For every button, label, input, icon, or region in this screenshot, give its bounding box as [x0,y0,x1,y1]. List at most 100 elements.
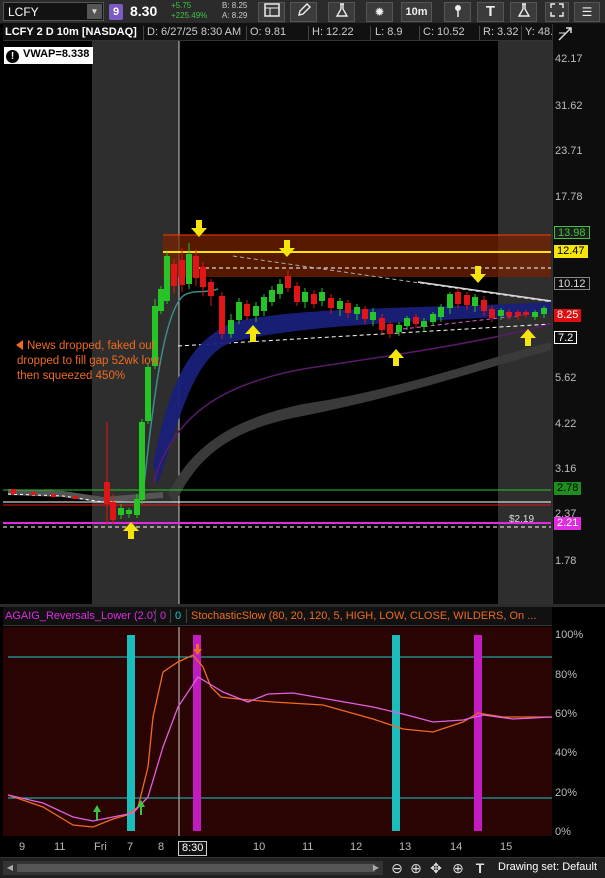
price-tick: 31.62 [555,100,583,112]
expand-icon [550,3,564,17]
time-tick: 14 [450,841,463,853]
change-percent: +225.49% [171,11,208,20]
change-value: +5.75 [171,1,192,10]
bottom-bar: ◀ ▶ ⊖ ⊕ ✥ ⊕ T Drawing set: Default [0,857,605,878]
menu-button[interactable]: ☰ [574,2,600,22]
study-axis-tick: 40% [555,747,578,759]
hamburger-icon: ☰ [581,5,593,19]
price-label-support: 7.2 [554,331,578,344]
chart-title: LCFY 2 D 10m [NASDAQ] [5,26,137,38]
studies-button[interactable] [328,2,355,22]
chevron-down-icon[interactable]: ▼ [87,4,102,19]
time-tick: 8 [158,841,165,853]
price-chart-svg: $2.19 [3,41,552,604]
symbol-input[interactable]: LCFY ▼ [3,2,104,21]
stochastic-label: StochasticSlow (80, 20, 120, 5, HIGH, LO… [191,610,537,622]
bar-range: R: 3.32 [483,26,519,38]
horizontal-scrollbar[interactable]: ◀ ▶ [3,861,383,875]
alert-icon: ! [6,50,19,63]
drawing-set-label[interactable]: Drawing set: Default [498,861,597,873]
cursor-time-label: 8:30 [178,841,208,856]
vwap-bubble[interactable]: ! VWAP=8.338 [4,47,94,64]
aggregation-button[interactable]: 10m [401,2,432,22]
crosshair-icon[interactable]: ⊕ [449,859,467,877]
bar-high: H: 12.22 [312,26,354,38]
magenta-bar [193,635,201,831]
maximize-button[interactable] [545,2,569,22]
study-value-2: 0 [175,610,182,622]
scale-button[interactable] [444,2,471,22]
price-tick: 5.62 [555,372,577,384]
price-tick: 1.78 [555,555,577,567]
time-tick: 12 [350,841,363,853]
price-label-last: 8.25 [554,309,582,322]
time-tick: 11 [302,841,314,853]
text-icon[interactable]: T [471,859,489,877]
price-tick: 4.22 [555,418,577,430]
zoom-out-icon[interactable]: ⊖ [388,859,406,877]
cyan-bar [392,635,400,831]
vwap-text: VWAP=8.338 [23,48,90,60]
style-button[interactable] [258,2,285,22]
text-tool-button[interactable]: T [477,2,504,22]
gray-ribbon [168,342,551,504]
bid-value: B: 8.25 [222,1,248,10]
time-tick: 15 [500,841,513,853]
bar-open: O: 9.81 [250,26,287,38]
up-signal-arrow [93,805,101,820]
price-chart[interactable]: $2.19 [3,24,552,604]
price-label-green: 2.78 [554,482,582,495]
pan-icon[interactable]: ✥ [427,859,445,877]
top-toolbar: LCFY ▼ 9 8.30 +5.75 +225.49% B: 8.25 A: … [0,0,605,24]
drawings-button[interactable] [290,2,317,22]
price-tick: 42.17 [555,53,583,65]
blue-ribbon [153,302,551,484]
price-change: +5.75 +225.49% [171,1,207,21]
study-axis-tick: 20% [555,787,578,799]
bid-ask: B: 8.25 A: 8.29 [222,1,247,21]
bar-date: D: 6/27/25 8:30 AM [147,26,242,38]
price-tick: 23.71 [555,145,583,157]
time-axis[interactable]: 9 11 Fri 7 8 8:30 10 11 12 13 14 15 [3,836,552,857]
study-name: AGAIG_Reversals_Lower (2.0) [5,610,157,622]
study-axis-tick: 100% [555,629,584,641]
resistance-zone [163,235,551,277]
last-price: 8.30 [130,3,158,19]
chart-info-bar: LCFY 2 D 10m [NASDAQ] D: 6/27/25 8:30 AM… [3,24,565,41]
study-axis-tick: 60% [555,708,578,720]
time-tick: 7 [127,841,134,853]
price-tick: 3.16 [555,463,577,475]
gear-icon: ✹ [374,5,385,19]
link-group-badge[interactable]: 9 [109,4,123,20]
bar-close: C: 10.52 [423,26,465,38]
axis-settings-icon[interactable] [557,26,575,42]
time-tick: 11 [54,841,66,853]
premarket-shade [92,41,179,604]
style-icon [263,3,280,17]
scroll-thumb[interactable] [17,864,375,872]
time-tick: 13 [399,841,412,853]
time-tick: Fri [94,841,107,853]
compare-button[interactable] [510,2,537,22]
pencil-icon [297,3,311,16]
stoch-fast-line [7,654,552,828]
price-label-low: 2.21 [554,517,582,530]
stochastic-pane[interactable] [3,627,552,836]
bar-low: L: 8.9 [375,26,403,38]
settings-button[interactable]: ✹ [366,2,393,22]
scroll-left-icon[interactable]: ◀ [5,863,15,873]
flask-icon-2 [517,3,530,17]
time-tick: 9 [19,841,26,853]
price-label-yellow: 12.47 [554,245,588,258]
flask-icon [335,3,348,17]
price-label-zone-high: 13.98 [554,226,590,239]
stochastic-svg [7,627,552,836]
pin-icon [454,5,461,17]
zoom-in-icon[interactable]: ⊕ [407,859,425,877]
study-axis-tick: 0% [555,826,571,838]
study-header: AGAIG_Reversals_Lower (2.0) 0 0 Stochast… [3,607,552,626]
in-chart-price-label: $2.19 [509,514,534,525]
text-icon: T [485,3,496,20]
symbol-text: LCFY [8,5,39,19]
scroll-right-icon[interactable]: ▶ [371,863,381,873]
